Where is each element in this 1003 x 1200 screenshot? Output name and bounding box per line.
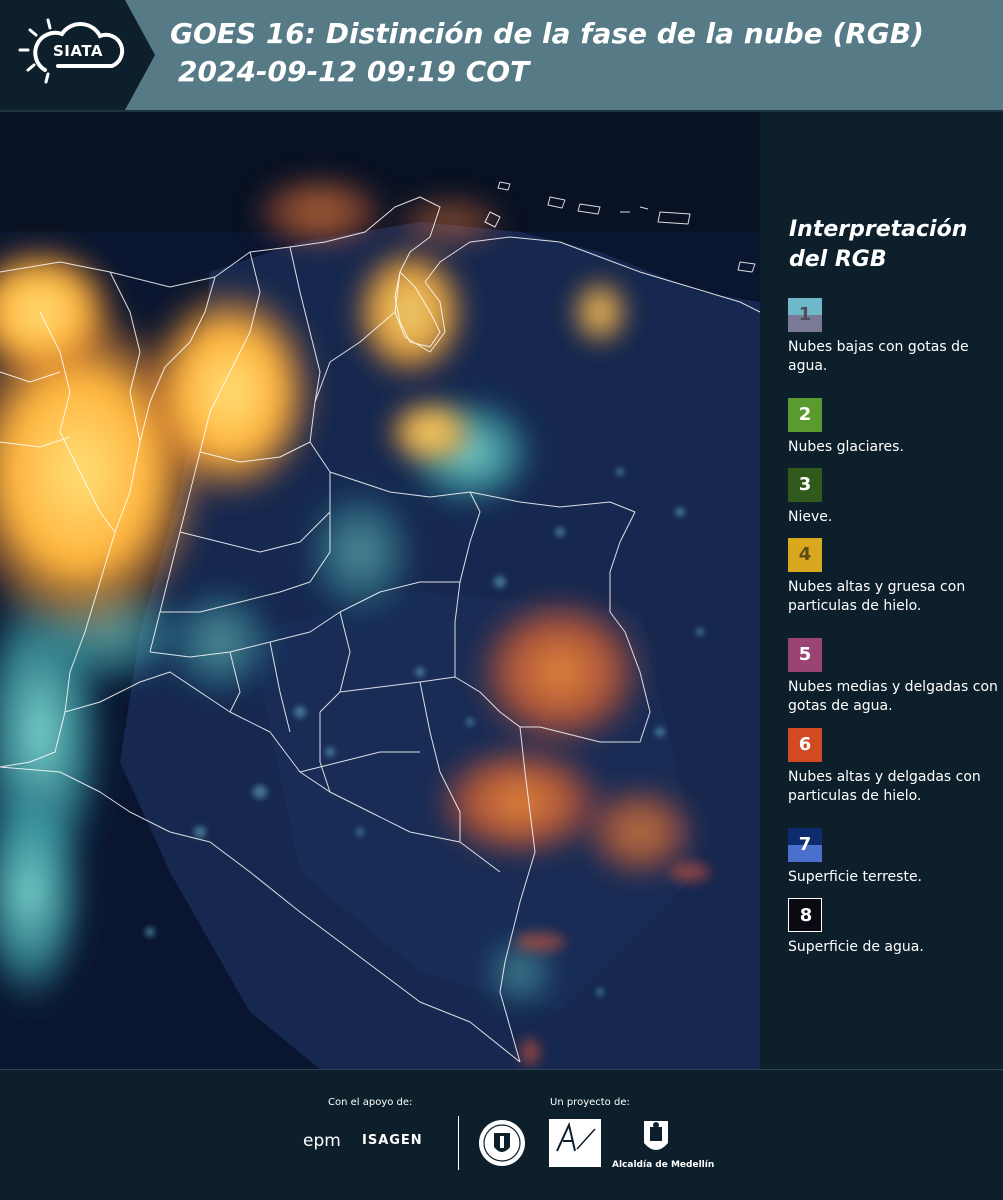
epm-logo-text: epm	[303, 1131, 341, 1151]
page-timestamp: 2024-09-12 09:19 COT	[178, 55, 530, 88]
support-label: Con el apoyo de:	[328, 1097, 413, 1108]
legend-swatch: 2	[788, 398, 822, 432]
legend-label: Nubes altas y delgadas con particulas de…	[788, 769, 981, 804]
legend-number: 4	[798, 544, 812, 565]
footer: Con el apoyo de: epm ISAGEN Un proyecto …	[0, 1069, 1003, 1200]
legend-swatch: 4	[788, 538, 822, 572]
legend-item-7: 7 Superficie terreste.	[788, 828, 998, 887]
legend-number: 5	[798, 644, 812, 665]
legend-item-1: 1 Nubes bajas con gotas de agua.	[788, 298, 998, 376]
legend-item-8: 8 Superficie de agua.	[788, 898, 998, 957]
legend-swatch: 3	[788, 468, 822, 502]
legend-item-5: 5 Nubes medias y delgadas con gotas de ag…	[788, 638, 998, 716]
legend-number: 8	[799, 905, 813, 926]
siata-logo: SIATA	[0, 0, 155, 110]
legend-swatch: 7	[788, 828, 822, 862]
footer-divider	[0, 1069, 1003, 1070]
legend-number: 6	[798, 734, 812, 755]
medellin-label: Alcaldía de Medellín	[612, 1160, 715, 1170]
legend-label: Nubes glaciares.	[788, 439, 904, 455]
legend-item-2: 2 Nubes glaciares.	[788, 398, 998, 457]
legend-swatch: 5	[788, 638, 822, 672]
legend-label: Nieve.	[788, 509, 833, 525]
legend-label: Nubes medias y delgadas con gotas de agu…	[788, 679, 998, 714]
header-bar: SIATA GOES 16: Distinción de la fase de …	[0, 0, 1003, 112]
legend-number: 1	[798, 304, 812, 325]
legend-number: 7	[798, 834, 812, 855]
isagen-logo-text: ISAGEN	[362, 1133, 423, 1148]
legend-swatch: 8	[788, 898, 822, 932]
medellin-shield-icon	[642, 1119, 670, 1161]
legend-number: 2	[798, 404, 812, 425]
isagen-logo: ISAGEN	[362, 1133, 423, 1148]
epm-logo: epm	[303, 1131, 341, 1151]
legend-label: Nubes altas y gruesa con particulas de h…	[788, 579, 966, 614]
legend-label: Nubes bajas con gotas de agua.	[788, 339, 969, 374]
legend-label: Superficie terreste.	[788, 869, 923, 885]
rgb-legend: Interpretación del RGB 1 Nubes bajas con …	[770, 112, 1003, 1067]
university-seal-icon	[477, 1117, 527, 1173]
siata-logo-text: SIATA	[52, 42, 103, 60]
legend-item-6: 6 Nubes altas y delgadas con particulas d…	[788, 728, 998, 806]
page-title: GOES 16: Distinción de la fase de la nub…	[170, 17, 924, 50]
legend-item-4: 4 Nubes altas y gruesa con particulas de …	[788, 538, 998, 616]
area-metropolitana-caption: METROPOLITANA Valle de Aburrá	[555, 1155, 599, 1167]
legend-title: Interpretación del RGB	[789, 217, 968, 272]
legend-swatch: 1	[788, 298, 822, 332]
legend-label: Superficie de agua.	[788, 939, 924, 955]
legend-number: 3	[798, 474, 812, 495]
project-label: Un proyecto de:	[550, 1097, 630, 1108]
legend-swatch: 6	[788, 728, 822, 762]
satellite-rgb-image	[0, 112, 760, 1069]
legend-item-3: 3 Nieve.	[788, 468, 998, 527]
footer-separator	[458, 1116, 459, 1170]
